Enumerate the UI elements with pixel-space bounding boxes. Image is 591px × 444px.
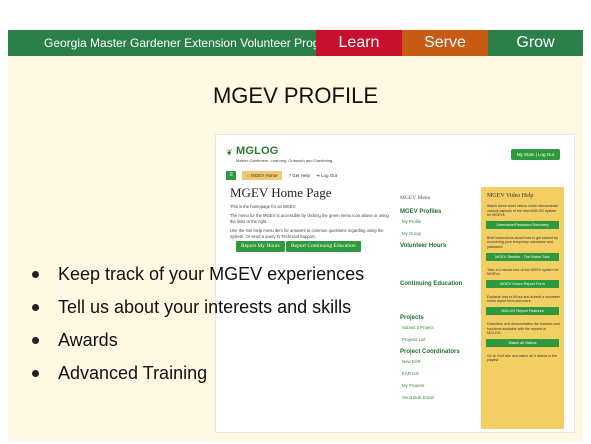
site-para-3: Use the Get Help menu item for answers t…: [230, 228, 384, 239]
nav-home-label: MGEV Home: [250, 173, 278, 178]
menu-gap: [400, 253, 470, 275]
report-hours-button[interactable]: Report My Hours: [236, 241, 285, 252]
bullet-item: Advanced Training: [32, 357, 364, 390]
help-button-report-features[interactable]: MGLOG Report Features: [486, 306, 559, 315]
bullet-dot-icon: [32, 304, 39, 311]
help-button-tour[interactable]: MGEV Section - The Nickel Tour: [486, 252, 559, 261]
serve-segment: Serve: [402, 30, 488, 56]
menu-link-my-profile[interactable]: My Profile: [402, 219, 470, 224]
bullet-item: Awards: [32, 324, 364, 357]
bullet-text: Keep track of your MGEV experiences: [58, 264, 365, 284]
bullet-dot-icon: [32, 271, 39, 278]
program-banner: Georgia Master Gardener Extension Volunt…: [8, 30, 583, 56]
mglog-logo[interactable]: ❦ MGLOG Master Gardeners. Learning, Outr…: [226, 145, 333, 163]
nav-help-label: Get Help: [292, 173, 311, 178]
menu-link-new-ear[interactable]: New EAR: [402, 359, 470, 364]
menu-head-continuing: Continuing Education: [400, 281, 463, 287]
leaf-icon: ❦: [226, 148, 233, 157]
menu-link-submit-project[interactable]: Submit a Project: [402, 325, 470, 330]
menu-head-coordinators: Project Coordinators: [400, 349, 460, 355]
menu-link-my-group[interactable]: My Group: [402, 231, 470, 236]
menu-link-projects-list[interactable]: Projects List: [402, 337, 470, 342]
logo-name: MGLOG: [236, 145, 279, 157]
bullet-text: Awards: [58, 330, 118, 350]
menu-head-projects: Projects: [400, 315, 424, 321]
site-para-1: This is the homepage for an MGEV.: [230, 204, 297, 209]
nav-mgev-home[interactable]: ⌂ MGEV Home: [242, 171, 283, 180]
help-button-hours-form[interactable]: MGEV Hours Report Form: [486, 279, 559, 288]
bullet-dot-icon: [32, 370, 39, 377]
bullet-text: Tell us about your interests and skills: [58, 297, 352, 317]
site-para-2: The menu for the MGEV is accessible by c…: [230, 213, 389, 224]
feature-bullet-list: Keep track of your MGEV experiences Tell…: [32, 258, 364, 390]
menu-link-my-projects[interactable]: My Projects: [402, 383, 470, 388]
menu-head-volunteer: Volunteer Hours: [400, 243, 447, 249]
help-text-5: Describes and demonstrates the features …: [487, 321, 560, 336]
help-text-2: Brief instructions about how to get star…: [487, 235, 558, 249]
logo-tagline: Master Gardeners. Learning, Outreach and…: [236, 158, 333, 163]
menu-gap: [400, 291, 470, 309]
slide-title: MGEV PROFILE: [212, 83, 379, 108]
help-text-4: Explains how to fill out and submit a vo…: [487, 294, 560, 304]
help-button-watch-all[interactable]: Watch all Videos: [486, 338, 559, 347]
video-help-panel: MGEV Video Help Watch these short videos…: [481, 187, 564, 429]
grow-segment: Grow: [488, 30, 583, 56]
stats-logout-button[interactable]: My Stats | Log Out: [510, 149, 560, 160]
learn-segment: Learn: [316, 30, 402, 56]
program-name: Georgia Master Gardener Extension Volunt…: [8, 30, 340, 56]
report-ce-button[interactable]: Report Continuing Education: [286, 241, 361, 252]
help-title: MGEV Video Help: [487, 193, 534, 199]
menu-link-send-bulk-email[interactable]: Send Bulk Email: [402, 395, 470, 400]
site-heading: MGEV Home Page: [230, 185, 332, 200]
nav-get-help[interactable]: ? Get Help: [288, 173, 310, 178]
bullet-item: Tell us about your interests and skills: [32, 291, 364, 324]
help-button-recovery[interactable]: Username/Password Recovery: [486, 220, 559, 229]
menu-head-profiles: MGEV Profiles: [400, 209, 442, 215]
menu-title: MGEV Menu: [400, 195, 431, 201]
mgev-menu: MGEV Menu MGEV Profiles My Profile My Gr…: [400, 195, 470, 407]
site-nav: ≡ ⌂ MGEV Home ? Get Help ➔ Log Out: [226, 171, 564, 180]
bullet-dot-icon: [32, 337, 39, 344]
nav-log-out[interactable]: ➔ Log Out: [316, 173, 337, 179]
bullet-item: Keep track of your MGEV experiences: [32, 258, 364, 291]
slide: Georgia Master Gardener Extension Volunt…: [0, 0, 591, 444]
menu-link-ear-list[interactable]: EAR List: [402, 371, 470, 376]
menu-icon[interactable]: ≡: [226, 171, 236, 180]
help-text-6: Go to YouTube and watch all 4 videos in …: [487, 353, 557, 363]
help-text-1: Watch these short videos which demonstra…: [487, 204, 559, 218]
nav-logout-label: Log Out: [321, 172, 338, 178]
bullet-text: Advanced Training: [58, 363, 208, 383]
help-text-3: Take a 4 minute tour of the MGEV system …: [487, 267, 559, 277]
